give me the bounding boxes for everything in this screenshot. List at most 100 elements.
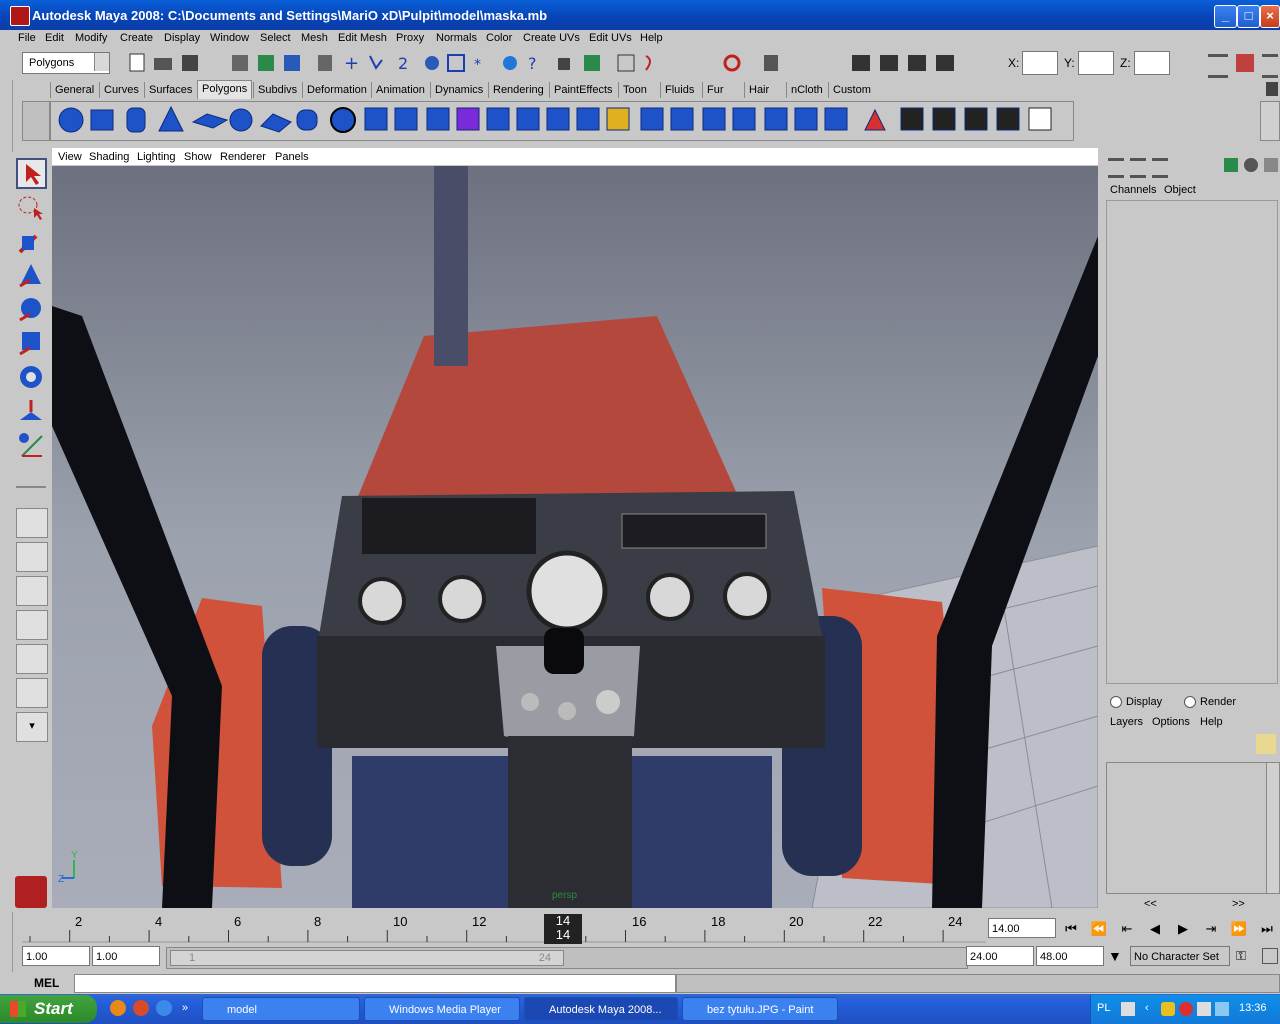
menu-create-uvs[interactable]: Create UVs <box>523 32 580 44</box>
play-forwards-icon[interactable]: ▶ <box>1172 919 1194 939</box>
range-dropdown-chevron-icon[interactable]: ▼ <box>1108 948 1122 964</box>
menu-mesh[interactable]: Mesh <box>301 32 328 44</box>
move-tool[interactable] <box>16 260 46 290</box>
anim-preferences-icon[interactable] <box>1262 948 1278 964</box>
channels-menu[interactable]: Channels <box>1110 184 1156 196</box>
paint-select-tool[interactable] <box>16 226 46 256</box>
play-backwards-icon[interactable]: ◀ <box>1144 919 1166 939</box>
security-shield-icon[interactable] <box>1161 1002 1175 1016</box>
ie-quicklaunch-icon[interactable] <box>156 1000 172 1016</box>
tray-expand-icon[interactable]: ‹ <box>1145 1002 1149 1014</box>
panel-menu-show[interactable]: Show <box>184 151 212 163</box>
shelf-tab-animation[interactable]: Animation <box>371 82 429 98</box>
firefox-quicklaunch-icon[interactable] <box>110 1000 126 1016</box>
shelf-tab-fluids[interactable]: Fluids <box>660 82 698 98</box>
keyboard-icon[interactable] <box>1121 1002 1135 1016</box>
menu-help[interactable]: Help <box>640 32 663 44</box>
step-back-key-icon[interactable]: ⇤ <box>1116 919 1138 939</box>
task-windows-media-player[interactable]: Windows Media Player <box>364 997 520 1021</box>
auto-key-icon[interactable]: ⚿ <box>1236 948 1246 964</box>
shelf-tab-hair[interactable]: Hair <box>744 82 773 98</box>
mel-label[interactable]: MEL <box>34 976 59 990</box>
panel-menu-panels[interactable]: Panels <box>275 151 309 163</box>
character-set-field[interactable]: No Character Set <box>1130 946 1230 966</box>
channel-box-area[interactable] <box>1106 200 1278 684</box>
task-paint[interactable]: bez tytułu.JPG - Paint <box>682 997 838 1021</box>
soft-modification-tool[interactable] <box>16 396 46 426</box>
go-to-start-icon[interactable]: ⏮ <box>1060 919 1082 939</box>
maya-app-icon[interactable] <box>10 6 30 26</box>
current-time-field[interactable]: 14.00 <box>988 918 1056 938</box>
mel-input[interactable] <box>74 974 676 993</box>
attribute-editor-toggle-icon[interactable] <box>1208 54 1228 78</box>
time-slider[interactable]: 2 4 6 8 10 12 16 18 20 22 24 <box>22 912 986 944</box>
panel-menu-lighting[interactable]: Lighting <box>137 151 176 163</box>
minimize-button[interactable]: _ <box>1214 5 1237 28</box>
menu-normals[interactable]: Normals <box>436 32 477 44</box>
range-slider-handle[interactable]: 1 24 <box>170 950 564 966</box>
opera-quicklaunch-icon[interactable] <box>133 1000 149 1016</box>
network-icon[interactable] <box>1197 1002 1211 1016</box>
current-frame-marker[interactable]: 14 14 <box>544 914 582 944</box>
panel-menu-shading[interactable]: Shading <box>89 151 129 163</box>
persp-graph-layout-icon[interactable] <box>16 610 48 640</box>
chevron-down-icon[interactable] <box>94 53 109 71</box>
object-menu[interactable]: Object <box>1164 184 1196 196</box>
shelf-tab-subdivs[interactable]: Subdivs <box>253 82 301 98</box>
go-to-end-icon[interactable]: ⏭ <box>1256 919 1278 939</box>
rotate-tool[interactable] <box>16 294 46 324</box>
help-menu[interactable]: Help <box>1200 716 1223 728</box>
animation-end-field[interactable]: 48.00 <box>1036 946 1104 966</box>
show-manipulator-tool[interactable] <box>16 430 46 460</box>
layer-scrollbar[interactable] <box>1266 762 1280 894</box>
channel-box-toggle-icon[interactable] <box>1262 54 1278 78</box>
channel-layer-view-icon[interactable] <box>1152 158 1168 178</box>
shelf-tab-curves[interactable]: Curves <box>99 82 143 98</box>
perspective-viewport[interactable]: persp Y Z <box>52 166 1098 908</box>
menu-select[interactable]: Select <box>260 32 291 44</box>
step-forward-key-icon[interactable]: ⇥ <box>1200 919 1222 939</box>
shelf-tab-rendering[interactable]: Rendering <box>488 82 548 98</box>
shelf-menu-icon[interactable] <box>36 81 46 97</box>
menu-edit-uvs[interactable]: Edit UVs <box>589 32 632 44</box>
volume-icon[interactable] <box>1215 1002 1229 1016</box>
shelf-tab-surfaces[interactable]: Surfaces <box>144 82 196 98</box>
channel-option-2-icon[interactable] <box>1244 158 1258 172</box>
quicklaunch-more-icon[interactable]: » <box>182 1002 188 1014</box>
shelf-scroll[interactable] <box>1260 101 1280 141</box>
menu-create[interactable]: Create <box>120 32 153 44</box>
playback-end-field[interactable]: 24.00 <box>966 946 1034 966</box>
task-maya[interactable]: Autodesk Maya 2008... <box>524 997 678 1021</box>
layer-list[interactable] <box>1106 762 1268 894</box>
start-button[interactable]: Start <box>0 995 97 1023</box>
lasso-tool[interactable] <box>16 192 46 222</box>
layer-editor-view-icon[interactable] <box>1130 158 1146 178</box>
y-field[interactable] <box>1078 51 1114 75</box>
shelf-tab-deformation[interactable]: Deformation <box>302 82 371 98</box>
single-perspective-layout-icon[interactable] <box>16 508 48 538</box>
shelf-tab-fur[interactable]: Fur <box>702 82 728 98</box>
trash-icon[interactable] <box>1266 82 1278 96</box>
menu-file[interactable]: File <box>18 32 36 44</box>
menu-set-dropdown[interactable]: Polygons <box>22 52 110 74</box>
options-menu[interactable]: Options <box>1152 716 1190 728</box>
channel-box-view-icon[interactable] <box>1108 158 1124 178</box>
shelf-tab-dynamics[interactable]: Dynamics <box>430 82 487 98</box>
render-radio[interactable] <box>1184 696 1196 708</box>
persp-graph-hypergraph-layout-icon[interactable] <box>16 678 48 708</box>
menu-edit[interactable]: Edit <box>45 32 64 44</box>
layer-scroll-right[interactable]: >> <box>1232 898 1245 910</box>
hypershade-layout-icon[interactable] <box>16 644 48 674</box>
persp-outliner-layout-icon[interactable] <box>16 576 48 606</box>
channel-option-3-icon[interactable] <box>1264 158 1278 172</box>
panel-menu-view[interactable]: View <box>58 151 82 163</box>
language-indicator[interactable]: PL <box>1097 1002 1110 1014</box>
shelf-tab-custom[interactable]: Custom <box>828 82 875 98</box>
new-layer-icon[interactable] <box>1256 734 1276 754</box>
panel-menu-renderer[interactable]: Renderer <box>220 151 266 163</box>
animation-start-field[interactable]: 1.00 <box>22 946 90 966</box>
z-field[interactable] <box>1134 51 1170 75</box>
shelf-tab-painteffects[interactable]: PaintEffects <box>549 82 617 98</box>
display-radio[interactable] <box>1110 696 1122 708</box>
menu-edit-mesh[interactable]: Edit Mesh <box>338 32 387 44</box>
